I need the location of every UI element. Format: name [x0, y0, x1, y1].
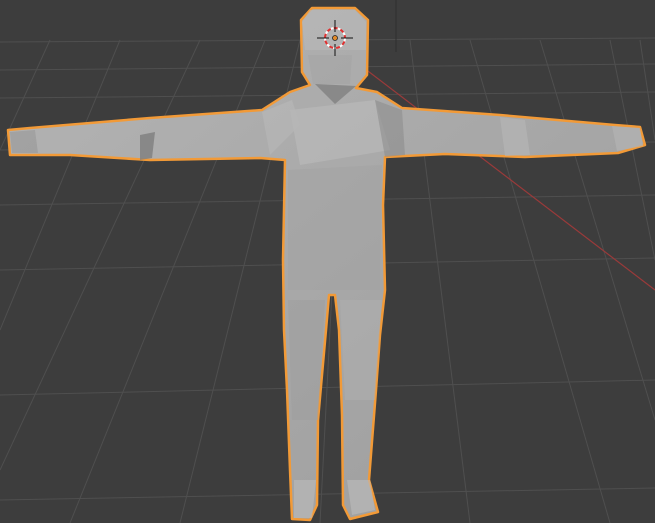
viewport-canvas[interactable]	[0, 0, 655, 523]
x-axis-line	[359, 64, 655, 291]
humanoid-mesh[interactable]	[6, 6, 647, 522]
right-leg-facet	[340, 300, 382, 400]
3d-viewport[interactable]	[0, 0, 655, 523]
head-facet	[302, 10, 366, 50]
belly-facet	[288, 165, 382, 290]
left-hand-facet	[10, 130, 38, 153]
face-facet	[308, 55, 352, 84]
